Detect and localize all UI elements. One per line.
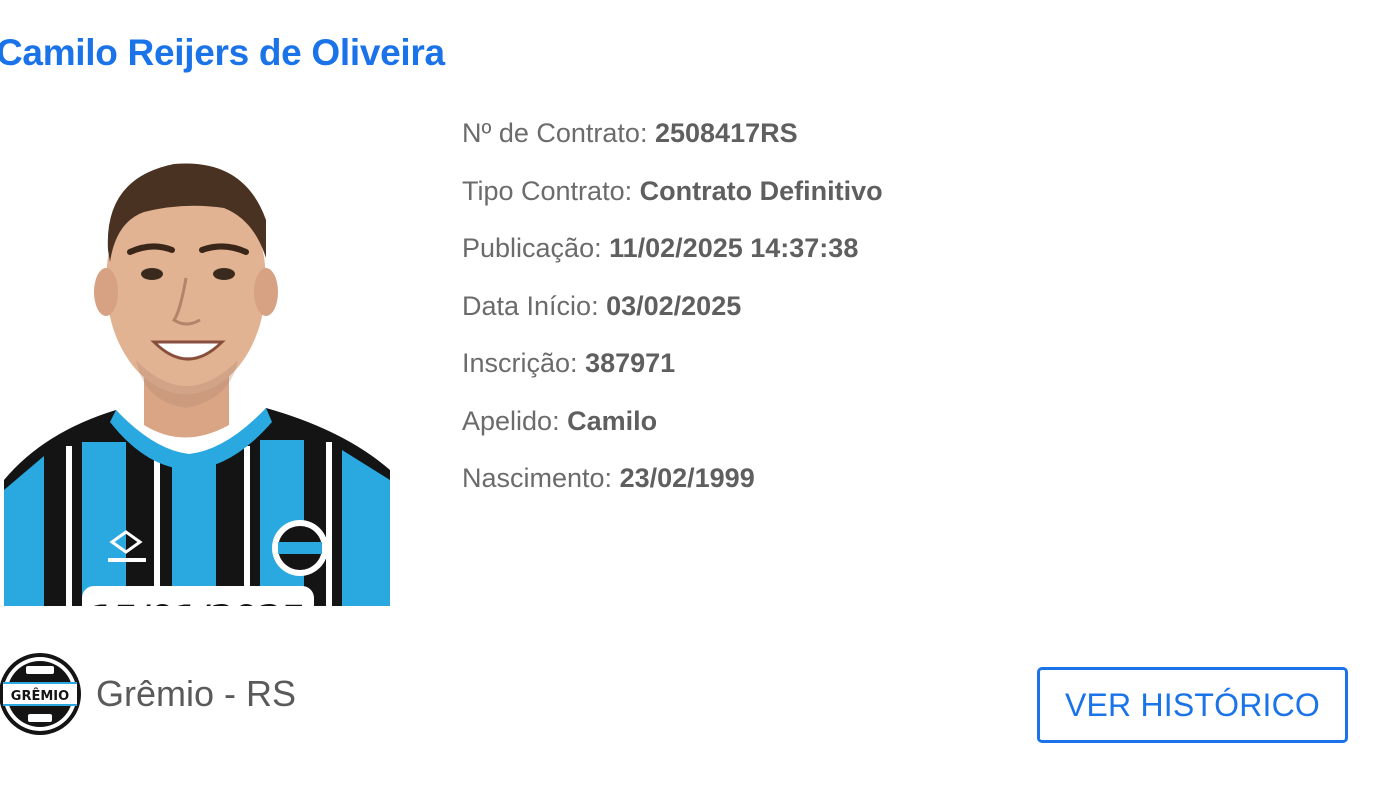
gremio-crest-icon: GRÊMIO xyxy=(0,653,81,735)
detail-label: Inscrição: xyxy=(462,348,578,378)
club-name: Grêmio - RS xyxy=(96,673,297,714)
detail-value: Contrato Definitivo xyxy=(639,175,883,206)
detail-contract-number: Nº de Contrato: 2508417RS xyxy=(462,112,883,170)
detail-value: 11/02/2025 14:37:38 xyxy=(609,233,859,263)
detail-label: Nascimento: xyxy=(462,463,613,493)
detail-value: 03/02/2025 xyxy=(606,290,742,321)
detail-registration: Inscrição: 387971 xyxy=(462,342,883,400)
detail-value: 387971 xyxy=(585,348,676,378)
player-photo: 15/01/2025 xyxy=(4,150,390,606)
detail-label: Apelido: xyxy=(462,405,560,436)
detail-label: Tipo Contrato: xyxy=(462,175,633,206)
detail-nickname: Apelido: Camilo xyxy=(462,400,883,458)
player-contract-card: Camilo Reijers de Oliveira Nº de Contrat… xyxy=(0,0,1400,788)
detail-contract-type: Tipo Contrato: Contrato Definitivo xyxy=(462,170,883,228)
player-name: Camilo Reijers de Oliveira xyxy=(0,32,445,73)
detail-label: Publicação: xyxy=(462,233,602,263)
contract-details-list: Nº de Contrato: 2508417RS Tipo Contrato:… xyxy=(462,112,883,515)
detail-start-date: Data Início: 03/02/2025 xyxy=(462,285,883,343)
detail-label: Nº de Contrato: xyxy=(462,118,648,148)
detail-value: 2508417RS xyxy=(654,118,798,148)
detail-publication: Publicação: 11/02/2025 14:37:38 xyxy=(462,227,883,285)
detail-value: 23/02/1999 xyxy=(619,463,755,493)
club-crest-text: GRÊMIO xyxy=(11,688,69,704)
view-history-button[interactable]: VER HISTÓRICO xyxy=(1037,667,1348,743)
photo-date-stamp: 15/01/2025 xyxy=(82,586,314,606)
detail-birth: Nascimento: 23/02/1999 xyxy=(462,457,883,515)
detail-value: Camilo xyxy=(567,405,658,436)
detail-label: Data Início: xyxy=(462,290,599,321)
club-info: GRÊMIO Grêmio - RS xyxy=(0,646,296,742)
